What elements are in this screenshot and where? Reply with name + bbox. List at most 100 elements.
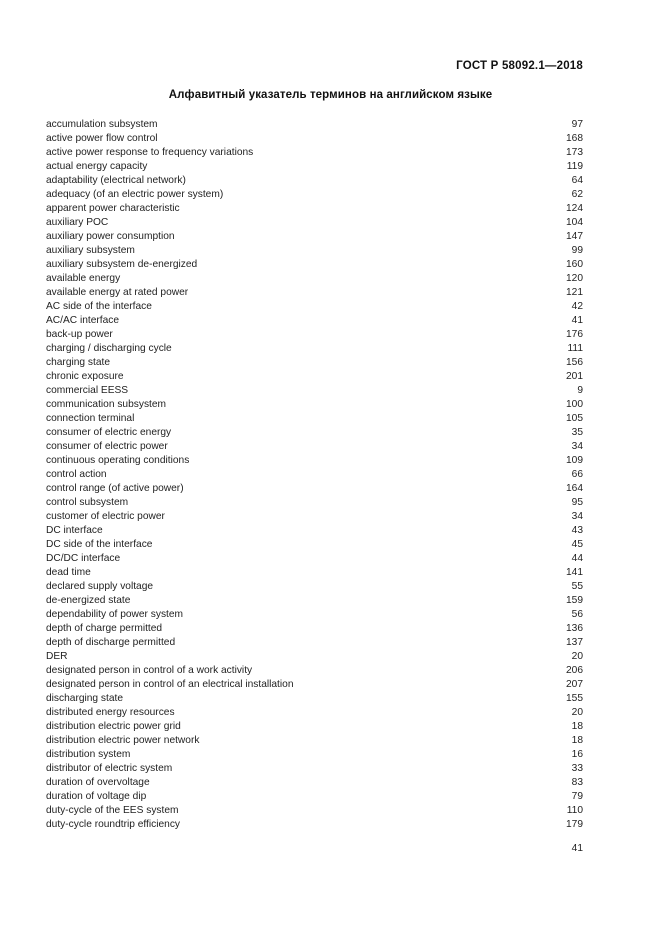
index-entry-row: auxiliary subsystem 99	[46, 244, 583, 258]
index-entry-row: depth of discharge permitted 137	[46, 636, 583, 650]
index-entry-row: commercial EESS 9	[46, 384, 583, 398]
index-entry-term: declared supply voltage	[46, 581, 154, 592]
index-entry-row: communication subsystem 100	[46, 398, 583, 412]
index-entry-term: auxiliary POC	[46, 217, 109, 228]
index-entry-term: apparent power characteristic	[46, 203, 180, 214]
index-entry-term: auxiliary power consumption	[46, 231, 175, 242]
index-entry-row: available energy 120	[46, 272, 583, 286]
index-entry-term: duty-cycle roundtrip efficiency	[46, 819, 181, 830]
index-entry-term: accumulation subsystem	[46, 119, 158, 130]
standard-code-header: ГОСТ Р 58092.1—2018	[456, 60, 583, 72]
index-entry-term: adaptability (electrical network)	[46, 175, 186, 186]
index-entry-row: auxiliary power consumption 147	[46, 230, 583, 244]
alphabetical-index-list: accumulation subsystem 97 active power flo…	[46, 118, 583, 832]
index-entry-page-number: 66	[571, 469, 583, 480]
index-entry-term: chronic exposure	[46, 371, 124, 382]
index-entry-row: designated person in control of an elect…	[46, 678, 583, 692]
index-entry-term: distributed energy resources	[46, 707, 175, 718]
index-entry-page-number: 45	[571, 539, 583, 550]
index-entry-term: connection terminal	[46, 413, 135, 424]
index-entry-term: consumer of electric power	[46, 441, 168, 452]
index-entry-page-number: 18	[571, 735, 583, 746]
index-entry-term: active power response to frequency varia…	[46, 147, 254, 158]
index-entry-row: distributed energy resources 20	[46, 706, 583, 720]
index-entry-row: distribution system 16	[46, 748, 583, 762]
index-entry-page-number: 34	[571, 511, 583, 522]
index-entry-term: customer of electric power	[46, 511, 165, 522]
index-entry-page-number: 95	[571, 497, 583, 508]
index-entry-term: actual energy capacity	[46, 161, 148, 172]
index-entry-page-number: 201	[566, 371, 583, 382]
index-entry-page-number: 83	[571, 777, 583, 788]
index-entry-row: chronic exposure 201	[46, 370, 583, 384]
index-entry-row: consumer of electric power 34	[46, 440, 583, 454]
index-entry-page-number: 42	[571, 301, 583, 312]
index-entry-row: connection terminal 105	[46, 412, 583, 426]
index-entry-page-number: 111	[567, 343, 583, 354]
index-entry-term: available energy at rated power	[46, 287, 189, 298]
index-entry-row: DC/DC interface 44	[46, 552, 583, 566]
page-folio-number: 41	[571, 843, 583, 854]
page-title: Алфавитный указатель терминов на английс…	[168, 89, 493, 101]
index-entry-page-number: 179	[566, 819, 583, 830]
index-entry-row: AC/AC interface 41	[46, 314, 583, 328]
index-entry-page-number: 120	[566, 273, 583, 284]
document-page: ГОСТ Р 58092.1—2018 Алфавитный указатель…	[0, 0, 661, 935]
index-entry-row: designated person in control of a work a…	[46, 664, 583, 678]
index-entry-term: back-up power	[46, 329, 113, 340]
index-entry-page-number: 136	[566, 623, 583, 634]
index-entry-page-number: 35	[571, 427, 583, 438]
index-entry-term: duration of overvoltage	[46, 777, 150, 788]
index-entry-page-number: 155	[566, 693, 583, 704]
index-entry-page-number: 18	[571, 721, 583, 732]
index-entry-term: AC/AC interface	[46, 315, 120, 326]
index-entry-row: discharging state 155	[46, 692, 583, 706]
index-entry-row: consumer of electric energy 35	[46, 426, 583, 440]
index-entry-page-number: 137	[566, 637, 583, 648]
index-entry-row: active power response to frequency varia…	[46, 146, 583, 160]
index-entry-row: duration of voltage dip 79	[46, 790, 583, 804]
index-entry-term: charging state	[46, 357, 110, 368]
index-entry-term: charging / discharging cycle	[46, 343, 172, 354]
index-entry-page-number: 104	[566, 217, 583, 228]
index-entry-term: DER	[46, 651, 68, 662]
index-entry-page-number: 156	[566, 357, 583, 368]
index-entry-row: DC interface 43	[46, 524, 583, 538]
index-entry-term: distribution electric power grid	[46, 721, 181, 732]
index-entry-row: control action 66	[46, 468, 583, 482]
index-entry-page-number: 176	[566, 329, 583, 340]
index-entry-term: auxiliary subsystem	[46, 245, 135, 256]
index-entry-row: duty-cycle of the EES system 110	[46, 804, 583, 818]
index-entry-row: customer of electric power 34	[46, 510, 583, 524]
index-entry-page-number: 141	[566, 567, 583, 578]
index-entry-term: discharging state	[46, 693, 124, 704]
index-entry-page-number: 97	[571, 119, 583, 130]
index-entry-page-number: 109	[566, 455, 583, 466]
index-entry-row: available energy at rated power 121	[46, 286, 583, 300]
index-entry-page-number: 44	[571, 553, 583, 564]
index-entry-page-number: 207	[566, 679, 583, 690]
index-entry-page-number: 173	[566, 147, 583, 158]
index-entry-row: declared supply voltage 55	[46, 580, 583, 594]
index-entry-row: distribution electric power grid 18	[46, 720, 583, 734]
index-entry-row: control range (of active power) 164	[46, 482, 583, 496]
index-entry-row: auxiliary POC 104	[46, 216, 583, 230]
index-entry-page-number: 79	[571, 791, 583, 802]
index-entry-row: adequacy (of an electric power system) 62	[46, 188, 583, 202]
index-entry-row: charging state 156	[46, 356, 583, 370]
index-entry-page-number: 20	[571, 651, 583, 662]
index-entry-page-number: 9	[577, 385, 583, 396]
index-entry-term: dependability of power system	[46, 609, 184, 620]
index-entry-page-number: 121	[566, 287, 583, 298]
index-entry-term: DC/DC interface	[46, 553, 121, 564]
index-entry-row: dependability of power system 56	[46, 608, 583, 622]
index-entry-page-number: 33	[571, 763, 583, 774]
index-entry-row: depth of charge permitted 136	[46, 622, 583, 636]
index-entry-term: control subsystem	[46, 497, 129, 508]
index-entry-page-number: 41	[571, 315, 583, 326]
index-entry-page-number: 34	[571, 441, 583, 452]
index-entry-row: adaptability (electrical network) 64	[46, 174, 583, 188]
index-entry-page-number: 160	[566, 259, 583, 270]
index-entry-term: continuous operating conditions	[46, 455, 190, 466]
index-entry-term: control action	[46, 469, 107, 480]
